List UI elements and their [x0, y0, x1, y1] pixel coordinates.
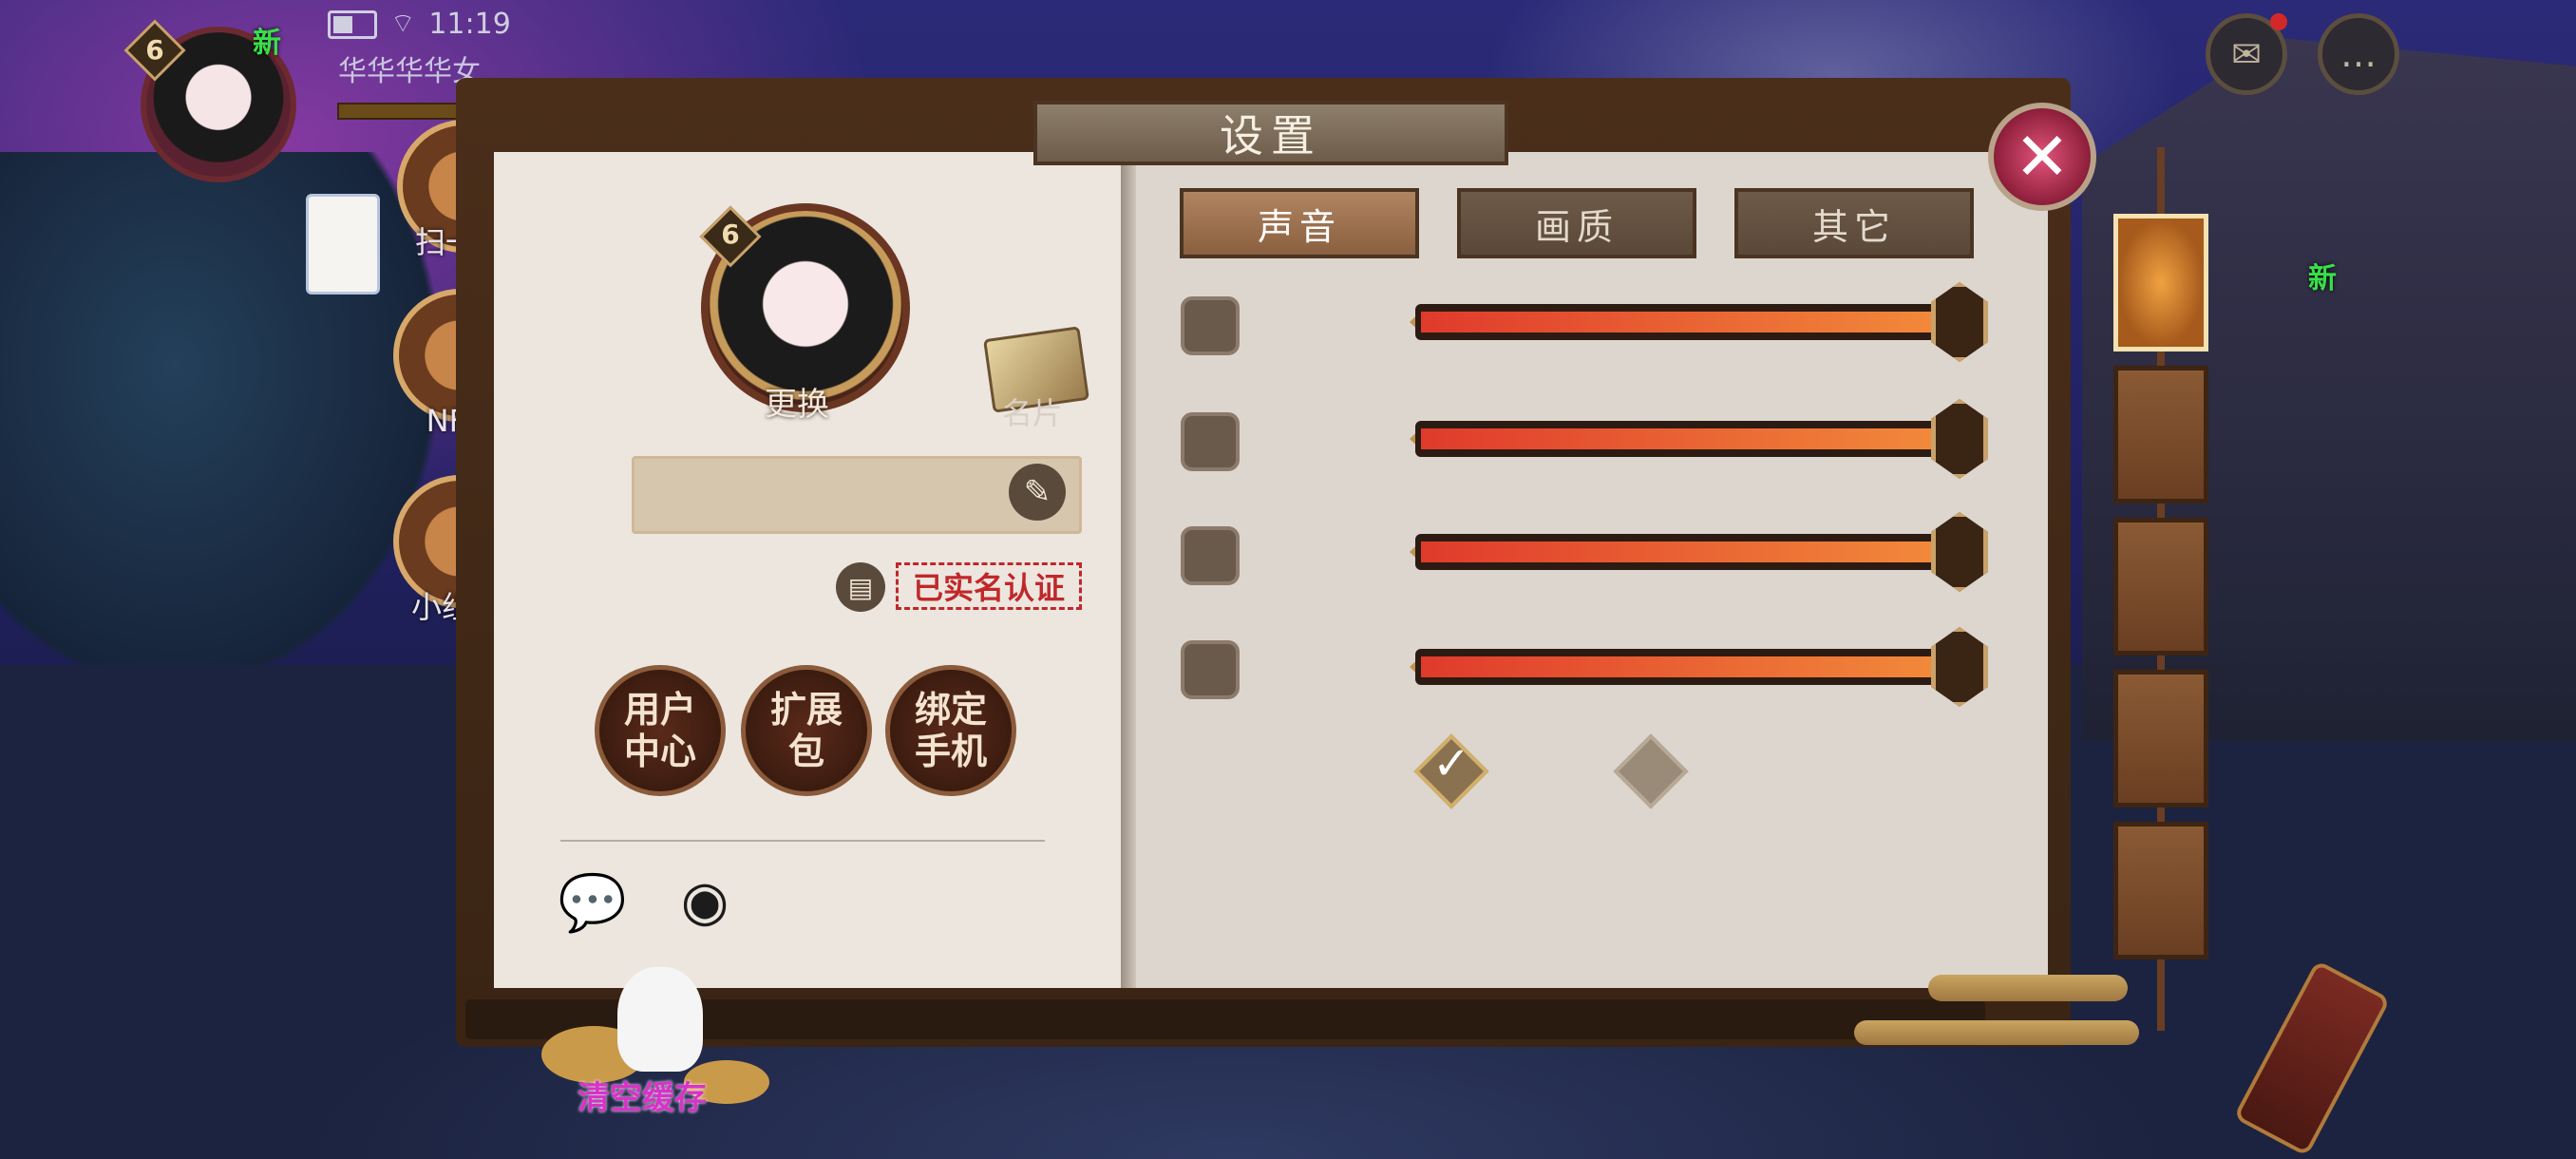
panel-divider — [1121, 152, 1136, 988]
battery-icon — [328, 10, 377, 39]
volume-slider-1[interactable] — [1415, 304, 1947, 340]
wifi-icon: ⌔ — [390, 8, 416, 39]
tab-other[interactable]: 其它 — [1734, 188, 1974, 258]
settings-title: 设置 — [1033, 101, 1508, 165]
chat-icon[interactable]: … — [2318, 13, 2399, 95]
pet-character[interactable] — [617, 967, 703, 1072]
option-toggle-2[interactable] — [1181, 412, 1240, 471]
side-scroll-ladder — [2113, 147, 2208, 1031]
volume-fill-2 — [1421, 428, 1941, 449]
document-icon[interactable]: ▤ — [836, 562, 885, 612]
wechat-icon[interactable]: 💬 — [555, 870, 631, 935]
volume-slider-4[interactable] — [1415, 649, 1947, 685]
change-avatar-label[interactable]: 更换 — [765, 378, 829, 425]
ladder-slot-5[interactable] — [2113, 822, 2208, 960]
clock: 11:19 — [428, 8, 511, 41]
bind-phone-button[interactable]: 绑定 手机 — [885, 665, 1016, 796]
paper-tag-icon[interactable] — [306, 194, 380, 294]
wood-plank-decoration — [1854, 1020, 2139, 1045]
options-section — [1136, 152, 2048, 988]
clear-cache-label[interactable]: 清空缓存 — [578, 1072, 707, 1118]
volume-slider-2[interactable] — [1415, 421, 1947, 457]
right-new-badge: 新 — [2308, 262, 2337, 295]
user-center-button[interactable]: 用户 中心 — [595, 665, 726, 796]
verified-stamp: 已实名认证 — [896, 562, 1082, 610]
divider-line — [560, 840, 1045, 842]
mail-notification-dot — [2270, 13, 2287, 30]
profile-level: 6 — [721, 218, 740, 250]
option-toggle-1[interactable] — [1181, 296, 1240, 355]
check-icon: ✓ — [1432, 737, 1471, 790]
ladder-slot-1[interactable] — [2113, 214, 2208, 352]
close-icon[interactable]: ✕ — [1988, 103, 2096, 211]
ladder-slot-4[interactable] — [2113, 670, 2208, 808]
ladder-slot-2[interactable] — [2113, 366, 2208, 504]
weibo-icon[interactable]: ◉ — [667, 868, 743, 933]
new-badge: 新 — [253, 27, 281, 60]
tab-sound[interactable]: 声音 — [1180, 188, 1419, 258]
volume-fill-4 — [1421, 656, 1941, 677]
expansion-pack-button[interactable]: 扩展 包 — [741, 665, 872, 796]
pencil-icon[interactable]: ✎ — [1009, 464, 1066, 521]
option-toggle-3[interactable] — [1181, 526, 1240, 585]
status-bar: ⌔ 11:19 — [328, 8, 511, 41]
volume-slider-3[interactable] — [1415, 534, 1947, 570]
option-toggle-4[interactable] — [1181, 640, 1240, 699]
volume-fill-3 — [1421, 542, 1941, 562]
player-level: 6 — [145, 34, 164, 66]
wood-plank-decoration — [1928, 975, 2128, 1001]
ladder-slot-3[interactable] — [2113, 518, 2208, 656]
tab-graphics[interactable]: 画质 — [1457, 188, 1696, 258]
business-card-label: 名片 — [1002, 395, 1064, 431]
volume-fill-1 — [1421, 312, 1941, 332]
